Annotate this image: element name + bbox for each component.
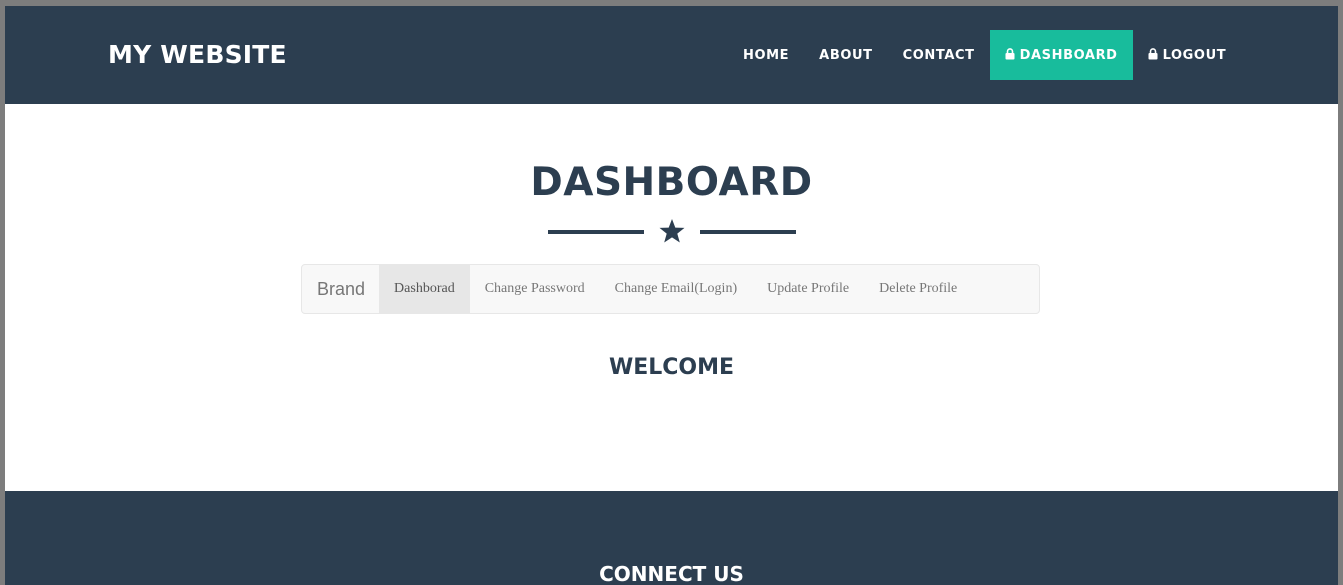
nav-home-link[interactable]: HOME	[728, 30, 804, 80]
nav-about-label: ABOUT	[819, 47, 873, 63]
nav-about-link[interactable]: ABOUT	[804, 30, 887, 80]
top-navbar: MY WEBSITE HOME ABOUT CONTACT DASHBOARD	[5, 6, 1338, 104]
subnav-item-delete-profile[interactable]: Delete Profile	[864, 265, 972, 313]
page-title: DASHBOARD	[530, 160, 813, 205]
nav-dashboard-link[interactable]: DASHBOARD	[989, 30, 1133, 80]
divider-line-right	[700, 230, 796, 234]
divider-line-left	[548, 230, 644, 234]
footer-title: CONNECT US	[599, 562, 744, 585]
subnav-brand[interactable]: Brand	[302, 265, 379, 313]
nav-contact-link[interactable]: CONTACT	[888, 30, 990, 80]
footer: CONNECT US	[5, 491, 1338, 585]
nav-logout-label: LOGOUT	[1162, 47, 1227, 63]
nav-contact-label: CONTACT	[902, 47, 975, 63]
dashboard-subnav: Brand Dashborad Change Password Change E…	[301, 264, 1040, 314]
star-icon	[659, 219, 685, 243]
nav-dashboard-label: DASHBOARD	[1019, 47, 1118, 63]
page-frame: MY WEBSITE HOME ABOUT CONTACT DASHBOARD	[5, 6, 1338, 585]
main-nav: HOME ABOUT CONTACT DASHBOARD LOGOUT	[728, 30, 1241, 80]
subnav-item-update-profile[interactable]: Update Profile	[752, 265, 864, 313]
subnav-item-change-password[interactable]: Change Password	[470, 265, 600, 313]
lock-icon	[1148, 48, 1158, 60]
nav-home-label: HOME	[743, 47, 790, 63]
subnav-item-dashboard[interactable]: Dashborad	[379, 265, 470, 313]
nav-logout-link[interactable]: LOGOUT	[1133, 30, 1242, 80]
lock-icon	[1005, 48, 1015, 60]
welcome-heading: WELCOME	[608, 355, 735, 380]
site-brand[interactable]: MY WEBSITE	[108, 40, 287, 70]
title-divider	[548, 218, 796, 244]
subnav-item-change-email[interactable]: Change Email(Login)	[600, 265, 752, 313]
